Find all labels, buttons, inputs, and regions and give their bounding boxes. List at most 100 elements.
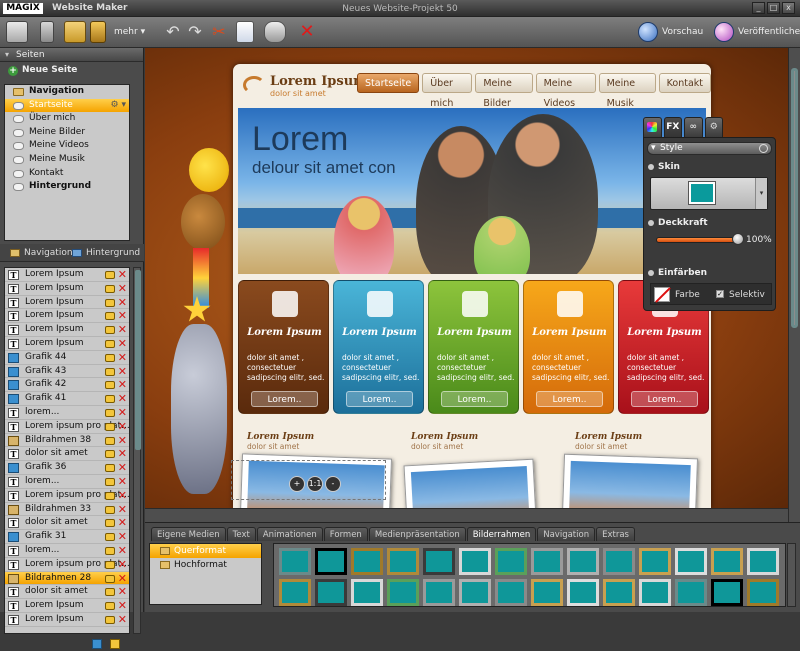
frame-thumbnail[interactable]	[351, 548, 383, 575]
object-list-item[interactable]: Bildrahmen 38 ✕	[5, 434, 129, 448]
object-list-scrollbar[interactable]	[133, 267, 141, 634]
hero-image[interactable]: Lorem delour sit amet con	[238, 108, 706, 274]
canvas-hscrollbar[interactable]	[145, 508, 788, 522]
scroll-thumb[interactable]	[135, 270, 141, 450]
visibility-icon[interactable]	[105, 546, 115, 555]
page-tree-item[interactable]: Meine Videos	[5, 139, 129, 153]
lower-title[interactable]: Lorem Ipsum	[247, 432, 314, 442]
card-button[interactable]: Lorem..	[251, 391, 318, 407]
visibility-icon[interactable]	[105, 326, 115, 335]
delete-icon[interactable]: ✕	[118, 530, 127, 543]
thumbnails-scrollbar[interactable]	[787, 543, 796, 607]
delete-icon[interactable]: ✕	[118, 296, 127, 309]
visibility-icon[interactable]	[105, 298, 115, 307]
delete-icon[interactable]: ✕	[118, 406, 127, 419]
object-list-item[interactable]: Grafik 42 ✕	[5, 378, 129, 393]
delete-icon[interactable]: ✕	[118, 489, 127, 502]
visibility-icon[interactable]	[105, 464, 115, 473]
card-title[interactable]: Lorem Ipsum	[239, 327, 328, 338]
delete-icon[interactable]: ✕	[118, 544, 127, 557]
frame-thumbnail[interactable]	[315, 548, 347, 575]
site-nav-meine-videos[interactable]: Meine Videos	[535, 73, 596, 109]
photo-frame[interactable]	[403, 458, 537, 508]
tab-extras[interactable]: Extras	[596, 527, 635, 541]
site-nav-kontakt[interactable]: Kontakt	[658, 73, 711, 93]
delete-icon[interactable]: ✕	[118, 461, 127, 474]
frame-thumbnail[interactable]	[711, 548, 743, 575]
frame-thumbnail[interactable]	[603, 579, 635, 606]
delete-icon[interactable]: ✕	[118, 365, 127, 378]
frame-thumbnail[interactable]	[639, 579, 671, 606]
object-list-item[interactable]: Tdolor sit amet ✕	[5, 585, 129, 600]
lower-subtitle[interactable]: dolor sit amet	[247, 442, 314, 451]
skin-swatch[interactable]	[689, 182, 715, 204]
lower-title[interactable]: Lorem Ipsum	[411, 432, 478, 442]
zoom-in-button[interactable]: +	[289, 476, 305, 492]
pages-header[interactable]: ▾ Seiten	[0, 48, 143, 62]
frame-thumbnail[interactable]	[675, 548, 707, 575]
minimize-button[interactable]: _	[752, 2, 765, 14]
page-tree-item[interactable]: Hintergrund	[5, 180, 129, 194]
object-list-item[interactable]: T Lorem Ipsum ✕	[5, 309, 129, 324]
visibility-icon[interactable]	[105, 574, 115, 583]
frame-thumbnail[interactable]	[747, 548, 779, 575]
visibility-icon[interactable]	[105, 602, 115, 611]
delete-icon[interactable]: ✕	[118, 392, 127, 405]
tab-navigation[interactable]: Navigation	[537, 527, 596, 541]
object-list-item[interactable]: T Lorem Ipsum ✕	[5, 613, 129, 627]
scroll-thumb[interactable]	[791, 68, 798, 328]
visibility-icon[interactable]	[105, 560, 115, 569]
frame-thumbnail[interactable]	[603, 548, 635, 575]
frame-thumbnail[interactable]	[279, 579, 311, 606]
card-button[interactable]: Lorem..	[346, 391, 413, 407]
preview-button[interactable]: Vorschau	[638, 21, 703, 43]
tab-animationen[interactable]: Animationen	[256, 527, 323, 541]
lower-item[interactable]: Lorem Ipsum dolor sit amet	[411, 432, 478, 462]
skin-selector[interactable]: ▾	[650, 177, 768, 210]
maximize-button[interactable]: □	[767, 2, 780, 14]
object-list-item[interactable]: Tdolor sit amet ✕	[5, 447, 129, 462]
chevron-down-icon[interactable]: ▾	[755, 178, 767, 209]
object-list-item[interactable]: Grafik 44 ✕	[5, 351, 129, 365]
delete-icon[interactable]: ✕	[118, 613, 127, 626]
object-list-item[interactable]: Grafik 43 ✕	[5, 365, 129, 379]
layer-up-icon[interactable]	[110, 639, 120, 649]
page-tree-item[interactable]: Meine Musik	[5, 153, 129, 167]
object-list-item[interactable]: Bildrahmen 28 ✕	[5, 571, 129, 586]
page-tree-item[interactable]: Über mich	[5, 112, 129, 126]
visibility-icon[interactable]	[105, 408, 115, 417]
layer-icons[interactable]	[92, 639, 122, 651]
visibility-icon[interactable]	[105, 367, 115, 376]
delete-icon[interactable]: ✕	[296, 21, 318, 43]
publish-button[interactable]: Veröffentlichen	[714, 21, 800, 43]
no-color-icon[interactable]	[654, 287, 670, 302]
delete-icon[interactable]: ✕	[118, 268, 127, 281]
toys-image[interactable]	[171, 138, 235, 498]
visibility-icon[interactable]	[105, 353, 115, 362]
frame-thumbnail[interactable]	[747, 579, 779, 606]
delete-icon[interactable]: ✕	[118, 309, 127, 322]
zoom-reset-button[interactable]: 1:1	[307, 476, 323, 492]
delete-icon[interactable]: ✕	[118, 572, 127, 585]
visibility-icon[interactable]	[105, 519, 115, 528]
delete-icon[interactable]: ✕	[118, 599, 127, 612]
fx-tab[interactable]: FX	[663, 117, 682, 137]
frame-thumbnail[interactable]	[387, 579, 419, 606]
open-folder-icon[interactable]	[64, 21, 86, 43]
object-list-item[interactable]: Tlorem... ✕	[5, 544, 129, 558]
visibility-icon[interactable]	[105, 422, 115, 431]
page-tree-item[interactable]: Kontakt	[5, 167, 129, 181]
canvas-vscrollbar[interactable]	[788, 48, 800, 522]
frame-thumbnail[interactable]	[639, 548, 671, 575]
tab-medienpräsentation[interactable]: Medienpräsentation	[368, 527, 466, 541]
tab-navigation[interactable]: Navigation	[10, 248, 73, 258]
delete-icon[interactable]: ✕	[118, 323, 127, 336]
visibility-icon[interactable]	[105, 491, 115, 500]
tab-eigene-medien[interactable]: Eigene Medien	[151, 527, 226, 541]
frame-thumbnail[interactable]	[459, 579, 491, 606]
object-list-item[interactable]: Grafik 36 ✕	[5, 461, 129, 475]
feature-card[interactable]: Lorem Ipsum dolor sit amet , consectetuer…	[333, 280, 424, 414]
card-text[interactable]: dolor sit amet , consectetuer sadipscing…	[437, 353, 517, 383]
card-title[interactable]: Lorem Ipsum	[429, 327, 518, 338]
lower-subtitle[interactable]: dolor sit amet	[411, 442, 478, 451]
